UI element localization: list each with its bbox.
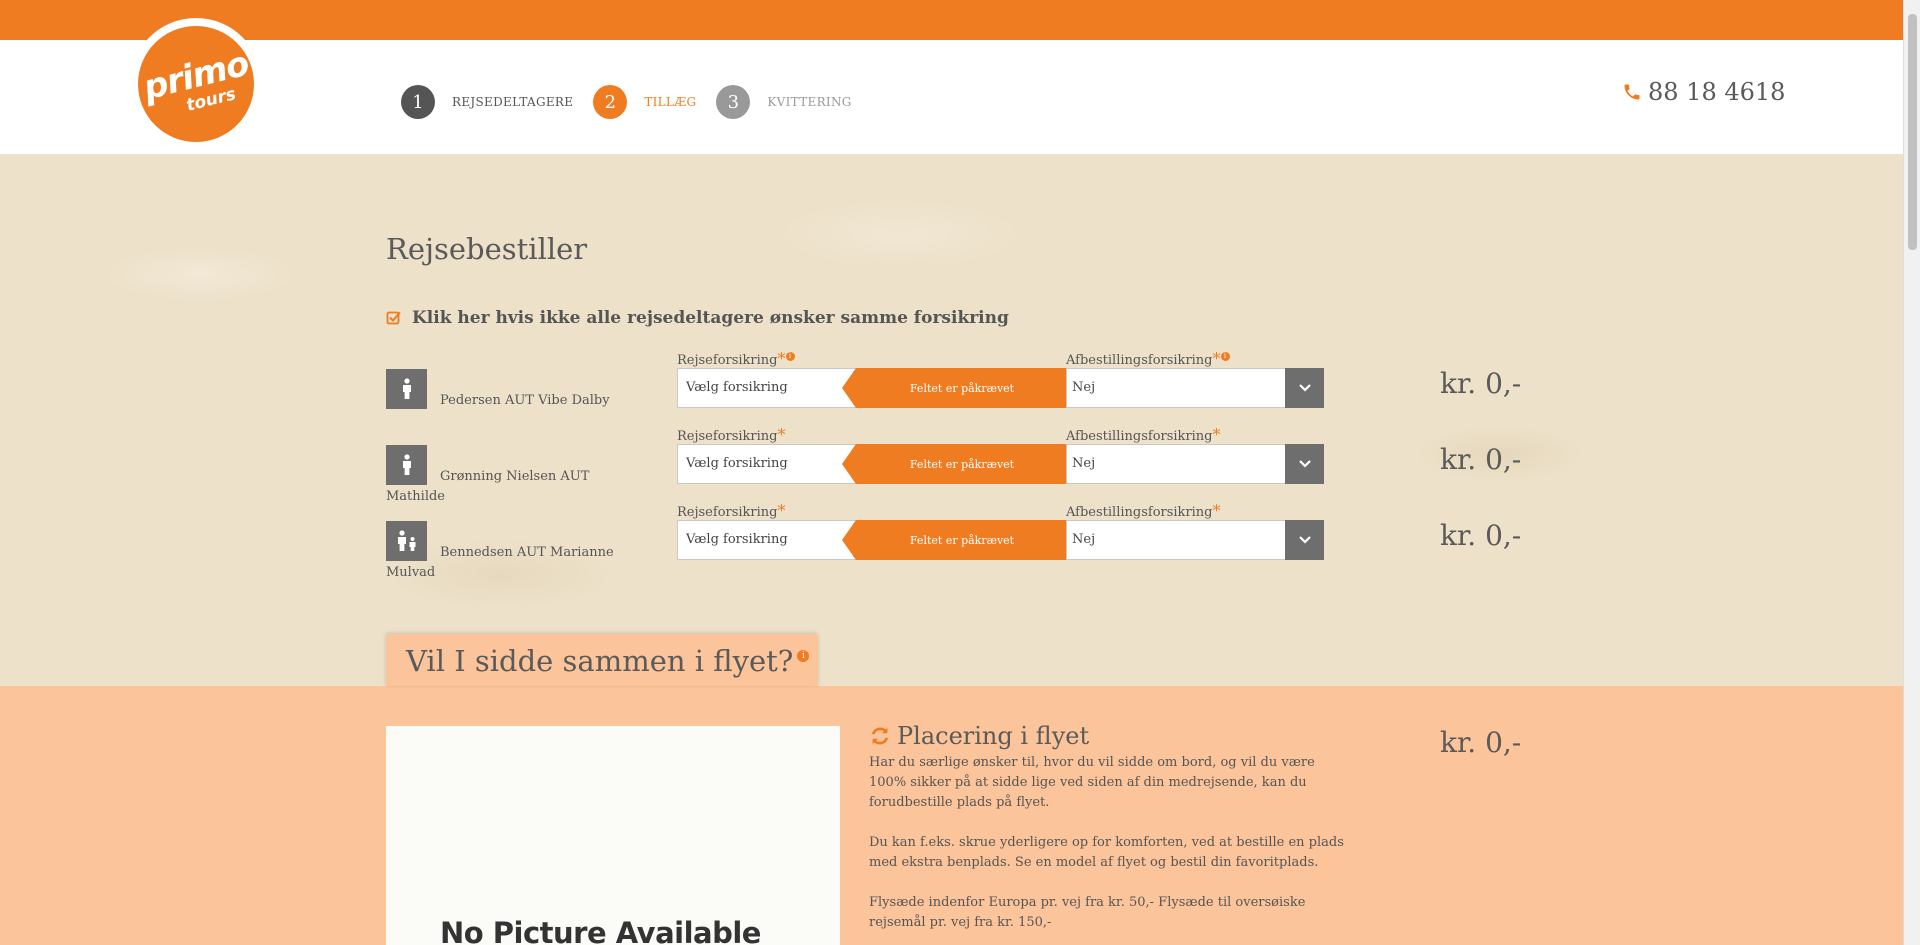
seating-section-title: Vil I sidde sammen i flyet? i [406, 644, 810, 678]
select-value: Vælg forsikring [686, 456, 788, 471]
seat-placement-heading[interactable]: Placering i flyet [869, 722, 1089, 750]
required-asterisk: * [777, 425, 786, 444]
required-error-tooltip: Feltet er påkrævet [842, 520, 1068, 560]
logo-badge: primo tours [138, 26, 254, 142]
phone-contact[interactable]: 88 18 4618 [1622, 78, 1785, 106]
select-value: Nej [1072, 380, 1096, 395]
seat-placement-title: Placering i flyet [897, 722, 1090, 750]
phone-number: 88 18 4618 [1648, 78, 1786, 106]
seating-section-tab: Vil I sidde sammen i flyet? i [386, 634, 818, 686]
step-label: TILLÆG [644, 95, 697, 109]
select-value: Vælg forsikring [686, 380, 788, 395]
label-text: Afbestillingsforsikring [1066, 429, 1213, 444]
select-value: Nej [1072, 532, 1096, 547]
select-value: Nej [1072, 456, 1096, 471]
seat-placement-description: Har du særlige ønsker til, hvor du vil s… [869, 753, 1349, 945]
label-text: Rejseforsikring [677, 353, 778, 368]
checkbox-label: Klik her hvis ikke alle rejsedeltagere ø… [412, 308, 1009, 328]
required-asterisk: * [1212, 501, 1221, 520]
passenger-row: Pedersen AUT Vibe Dalby Rejseforsikring*… [386, 349, 1526, 409]
info-icon[interactable]: i [1220, 352, 1230, 361]
travel-insurance-label: Rejseforsikring* [677, 425, 786, 444]
seat-price: kr. 0,- [1440, 726, 1522, 759]
required-error-tooltip: Feltet er påkrævet [842, 444, 1068, 484]
label-text: Afbestillingsforsikring [1066, 505, 1213, 520]
phone-icon [1624, 84, 1640, 100]
description-paragraph: Du kan f.eks. skrue yderligere op for ko… [869, 835, 1344, 870]
seating-title-text: Vil I sidde sammen i flyet? [406, 644, 794, 678]
required-error-tooltip: Feltet er påkrævet [842, 368, 1068, 408]
passenger-name: Bennedsen AUT Marianne Mulvad [386, 545, 614, 580]
info-icon[interactable]: i [797, 650, 810, 662]
description-paragraph: Har du særlige ønsker til, hvor du vil s… [869, 755, 1315, 810]
step-number: 1 [401, 85, 435, 119]
step-rejsedeltagere[interactable]: 1 REJSEDELTAGERE [401, 85, 573, 119]
chevron-down-icon[interactable] [1285, 444, 1324, 484]
site-header [0, 40, 1903, 154]
passenger-price: kr. 0,- [1440, 443, 1522, 476]
top-accent-bar [0, 0, 1903, 40]
different-insurance-checkbox[interactable]: Klik her hvis ikke alle rejsedeltagere ø… [386, 308, 1009, 328]
cancellation-insurance-select[interactable]: Nej [1066, 444, 1324, 484]
required-asterisk: * [777, 501, 786, 520]
step-number: 2 [593, 85, 628, 119]
no-picture-text: No Picture Available [440, 916, 761, 945]
chevron-down-icon[interactable] [1285, 368, 1324, 408]
checkout-steps: 1 REJSEDELTAGERE 2 TILLÆG 3 KVITTERING [401, 84, 872, 120]
travel-insurance-label: Rejseforsikring* i [677, 349, 795, 368]
step-label: KVITTERING [767, 95, 852, 109]
vertical-scrollbar[interactable] [1903, 0, 1920, 945]
chevron-down-icon[interactable] [1285, 520, 1324, 560]
cancellation-insurance-label: Afbestillingsforsikring* i [1066, 349, 1230, 368]
passenger-price: kr. 0,- [1440, 519, 1522, 552]
checkbox-checked-icon [386, 311, 401, 325]
travel-insurance-select[interactable]: Vælg forsikring Feltet er påkrævet [677, 520, 1068, 560]
passenger-row: Grønning Nielsen AUT Mathilde Rejseforsi… [386, 425, 1526, 504]
cancellation-insurance-label: Afbestillingsforsikring* [1066, 425, 1221, 444]
passenger-price: kr. 0,- [1440, 367, 1522, 400]
scrollbar-thumb[interactable] [1908, 14, 1917, 250]
label-text: Rejseforsikring [677, 505, 778, 520]
cancellation-insurance-select[interactable]: Nej [1066, 520, 1324, 560]
label-text: Afbestillingsforsikring [1066, 353, 1213, 368]
travel-insurance-label: Rejseforsikring* [677, 501, 786, 520]
step-tillaeg[interactable]: 2 TILLÆG [593, 85, 696, 119]
step-label: REJSEDELTAGERE [452, 95, 574, 109]
passenger-name: Pedersen AUT Vibe Dalby [440, 393, 610, 408]
step-number: 3 [716, 85, 751, 119]
travel-insurance-select[interactable]: Vælg forsikring Feltet er påkrævet [677, 368, 1068, 408]
sand-background [0, 154, 1903, 686]
required-asterisk: * [777, 349, 786, 368]
cancellation-insurance-select[interactable]: Nej [1066, 368, 1324, 408]
info-icon[interactable]: i [785, 352, 795, 361]
required-asterisk: * [1212, 425, 1221, 444]
passenger-row: Bennedsen AUT Marianne Mulvad Rejseforsi… [386, 501, 1526, 580]
step-kvittering[interactable]: 3 KVITTERING [716, 85, 851, 119]
page-title: Rejsebestiller [386, 232, 588, 266]
required-asterisk: * [1212, 349, 1221, 368]
seat-image-placeholder: No Picture Available [386, 726, 840, 945]
description-paragraph: Flysæde indenfor Europa pr. vej fra kr. … [869, 895, 1306, 930]
select-value: Vælg forsikring [686, 532, 788, 547]
travel-insurance-select[interactable]: Vælg forsikring Feltet er påkrævet [677, 444, 1068, 484]
label-text: Rejseforsikring [677, 429, 778, 444]
logo[interactable]: primo tours [130, 18, 262, 150]
refresh-icon [871, 727, 889, 745]
cancellation-insurance-label: Afbestillingsforsikring* [1066, 501, 1221, 520]
